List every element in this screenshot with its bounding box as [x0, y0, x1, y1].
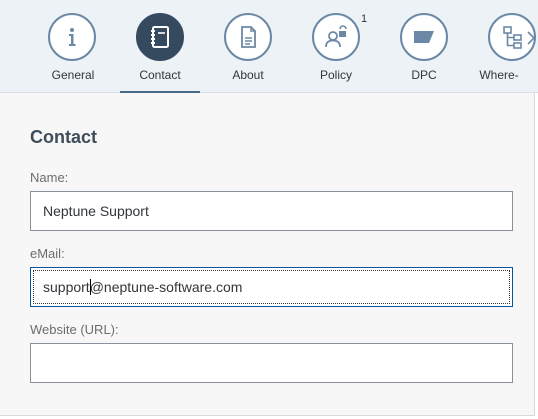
icon-tab-bar: General Contact About 1 Policy DPC Where…: [0, 0, 538, 93]
tab-contact-circle: [136, 13, 184, 61]
email-input[interactable]: support @neptune-software.com: [30, 267, 513, 307]
tab-label: About: [232, 68, 264, 82]
tab-policy-circle: [312, 13, 360, 61]
email-input-value-start: support: [43, 279, 90, 295]
tab-dpc[interactable]: DPC: [378, 0, 468, 93]
document-icon: [241, 26, 256, 48]
tab-policy-badge: 1: [361, 13, 368, 25]
contact-form-panel: Contact Name: Neptune Support eMail: sup…: [0, 93, 535, 416]
tab-about[interactable]: About: [203, 0, 293, 93]
scroll-right-icon[interactable]: [524, 29, 538, 47]
tab-content: Contact Name: Neptune Support eMail: sup…: [0, 93, 538, 419]
notebook-icon: [151, 26, 169, 48]
tab-dpc-circle: [400, 13, 448, 61]
info-icon: [69, 28, 76, 46]
tab-general[interactable]: General: [28, 0, 118, 93]
hierarchy-icon: [503, 26, 522, 49]
tab-policy[interactable]: 1 Policy: [291, 0, 381, 93]
name-input[interactable]: Neptune Support: [30, 191, 513, 231]
tab-label: General: [51, 68, 95, 82]
form-title: Contact: [30, 127, 97, 147]
tab-contact[interactable]: Contact: [120, 0, 200, 93]
card-icon: [414, 31, 434, 43]
name-label: Name:: [30, 170, 69, 185]
name-input-value: Neptune Support: [43, 203, 149, 219]
tab-label: DPC: [411, 68, 437, 82]
tab-label: Policy: [319, 68, 352, 82]
website-input[interactable]: [30, 343, 513, 383]
user-unlock-icon: [325, 25, 347, 48]
tab-general-circle: [48, 13, 96, 61]
email-label: eMail:: [30, 246, 65, 261]
tab-about-circle: [224, 13, 272, 61]
email-input-value-end: @neptune-software.com: [89, 279, 243, 295]
tab-label: Where-: [479, 68, 519, 82]
website-label: Website (URL):: [30, 322, 119, 337]
tab-label: Contact: [139, 68, 181, 82]
